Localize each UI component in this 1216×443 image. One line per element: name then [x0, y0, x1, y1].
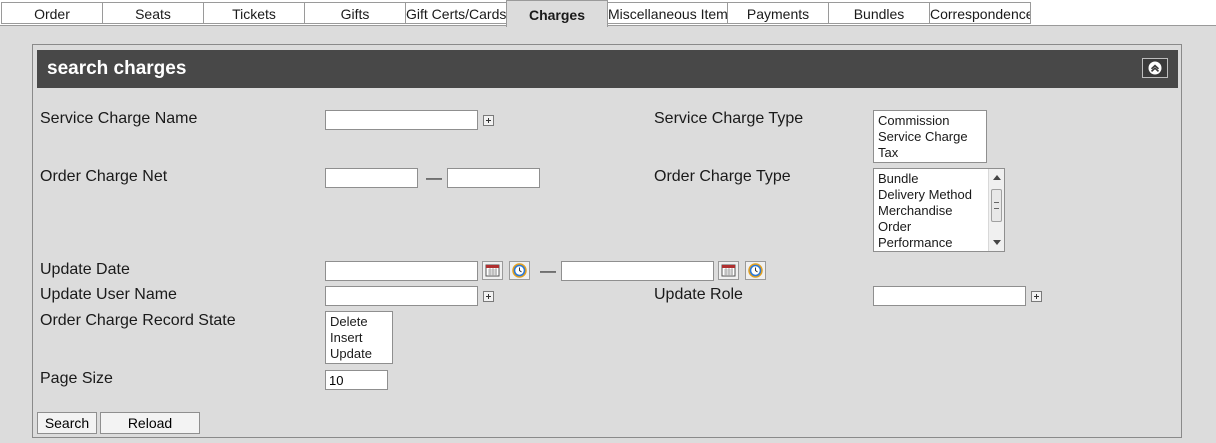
- tab-bar: Order Seats Tickets Gifts Gift Certs/Car…: [0, 0, 1216, 27]
- update-date-to-input[interactable]: [561, 261, 714, 281]
- scroll-down-arrow-icon[interactable]: [993, 240, 1001, 245]
- expand-plus-icon[interactable]: [483, 291, 494, 302]
- list-item[interactable]: Bundle: [874, 171, 1004, 187]
- range-separator: —: [540, 263, 556, 280]
- tab-gifts[interactable]: Gifts: [304, 2, 406, 24]
- scroll-thumb[interactable]: [991, 189, 1002, 222]
- reload-button[interactable]: Reload: [100, 412, 200, 434]
- tab-charges[interactable]: Charges: [506, 0, 608, 27]
- tab-miscellaneous-items[interactable]: Miscellaneous Items: [607, 2, 728, 24]
- order-charge-type-listbox[interactable]: Bundle Delivery Method Merchandise Order…: [873, 168, 1005, 252]
- search-button[interactable]: Search: [37, 412, 97, 434]
- expand-plus-icon[interactable]: [1031, 291, 1042, 302]
- panel-title: search charges: [47, 58, 187, 79]
- tab-baseline: [0, 25, 1216, 26]
- list-item[interactable]: Merchandise: [874, 203, 1004, 219]
- list-item[interactable]: Update: [326, 346, 392, 362]
- list-item[interactable]: Tax: [874, 145, 986, 161]
- order-charge-net-label: Order Charge Net: [40, 168, 168, 185]
- listbox-scrollbar[interactable]: [988, 169, 1004, 251]
- clock-button[interactable]: [745, 261, 766, 280]
- list-item[interactable]: Delivery Method: [874, 187, 1004, 203]
- order-charge-net-to-input[interactable]: [447, 168, 540, 188]
- tab-payments[interactable]: Payments: [727, 2, 829, 24]
- page-size-input[interactable]: [325, 370, 388, 390]
- page-size-label: Page Size: [40, 370, 113, 387]
- tab-gift-certs-cards[interactable]: Gift Certs/Cards: [405, 2, 507, 24]
- list-item[interactable]: Commission: [874, 113, 986, 129]
- panel-header: search charges: [37, 50, 1178, 88]
- calendar-icon: [485, 264, 500, 277]
- tab-correspondence[interactable]: Correspondence: [929, 2, 1031, 24]
- update-role-input[interactable]: [873, 286, 1026, 306]
- order-charge-type-label: Order Charge Type: [654, 168, 791, 185]
- order-charge-record-state-label: Order Charge Record State: [40, 312, 236, 329]
- tab-bundles[interactable]: Bundles: [828, 2, 930, 24]
- calendar-button[interactable]: [482, 261, 503, 280]
- tab-order[interactable]: Order: [1, 2, 103, 24]
- list-item[interactable]: Insert: [326, 330, 392, 346]
- expand-plus-icon[interactable]: [483, 115, 494, 126]
- tab-seats[interactable]: Seats: [102, 2, 204, 24]
- update-user-name-label: Update User Name: [40, 286, 177, 303]
- range-separator: —: [426, 170, 442, 187]
- clock-icon: [512, 263, 527, 278]
- service-charge-type-listbox[interactable]: Commission Service Charge Tax: [873, 110, 987, 163]
- update-user-name-input[interactable]: [325, 286, 478, 306]
- update-date-label: Update Date: [40, 261, 130, 278]
- scroll-up-arrow-icon[interactable]: [993, 175, 1001, 180]
- chevron-up-circle-icon: [1148, 61, 1162, 75]
- clock-icon: [748, 263, 763, 278]
- list-item[interactable]: Delete: [326, 314, 392, 330]
- order-charge-record-state-listbox[interactable]: Delete Insert Update: [325, 311, 393, 364]
- update-date-from-input[interactable]: [325, 261, 478, 281]
- calendar-button[interactable]: [718, 261, 739, 280]
- calendar-icon: [721, 264, 736, 277]
- clock-button[interactable]: [509, 261, 530, 280]
- list-item[interactable]: Service Charge: [874, 129, 986, 145]
- tab-tickets[interactable]: Tickets: [203, 2, 305, 24]
- search-charges-panel: [32, 44, 1182, 438]
- service-charge-name-label: Service Charge Name: [40, 110, 198, 127]
- service-charge-type-label: Service Charge Type: [654, 110, 804, 127]
- order-charge-net-from-input[interactable]: [325, 168, 418, 188]
- update-role-label: Update Role: [654, 286, 743, 303]
- list-item[interactable]: Performance: [874, 235, 1004, 251]
- service-charge-name-input[interactable]: [325, 110, 478, 130]
- collapse-button[interactable]: [1142, 58, 1168, 78]
- list-item[interactable]: Order: [874, 219, 1004, 235]
